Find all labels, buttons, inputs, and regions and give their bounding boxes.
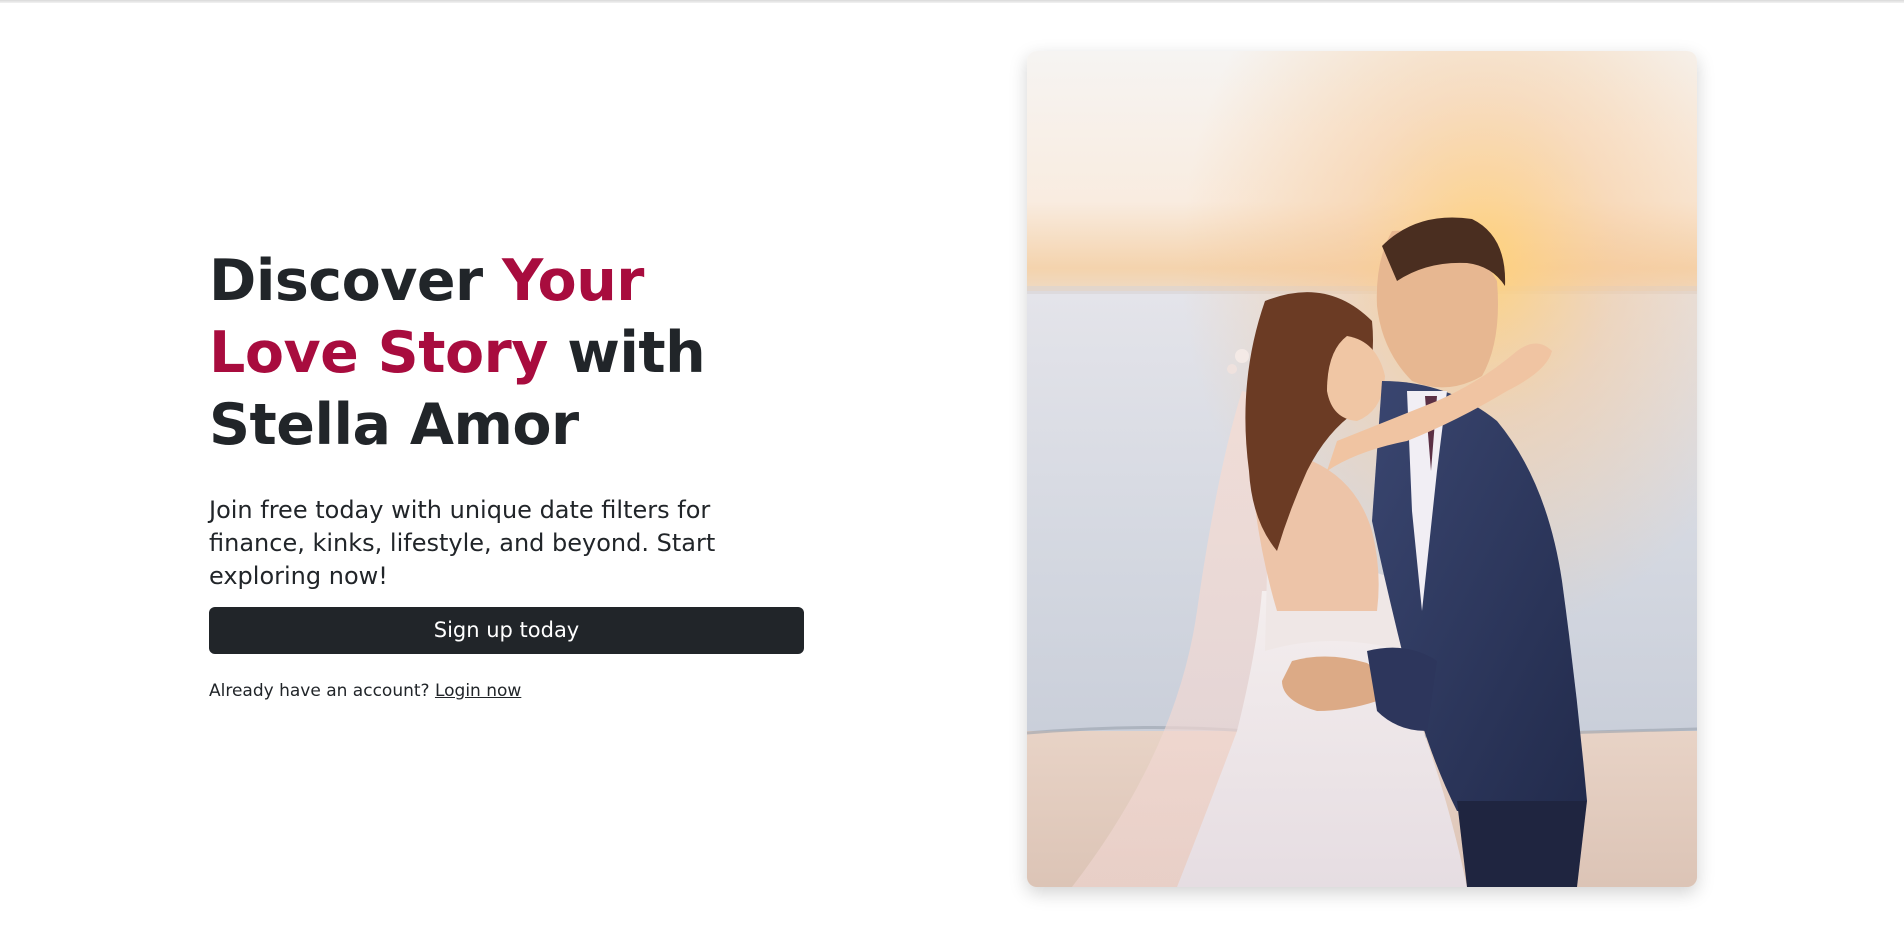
login-link[interactable]: Login now bbox=[435, 681, 521, 701]
hero-section: Discover Your Love Story with Stella Amo… bbox=[209, 245, 809, 702]
wedding-couple-photo bbox=[1027, 51, 1697, 887]
login-prompt-line: Already have an account? Login now bbox=[209, 680, 809, 702]
login-prompt-text: Already have an account? bbox=[209, 681, 430, 701]
hero-headline: Discover Your Love Story with Stella Amo… bbox=[209, 245, 809, 461]
headline-text-start: Discover bbox=[209, 248, 502, 314]
signup-button[interactable]: Sign up today bbox=[209, 607, 804, 654]
wedding-couple-illustration bbox=[1027, 51, 1697, 887]
hero-subtitle: Join free today with unique date filters… bbox=[209, 496, 716, 590]
top-shadow-bar bbox=[0, 0, 1904, 3]
